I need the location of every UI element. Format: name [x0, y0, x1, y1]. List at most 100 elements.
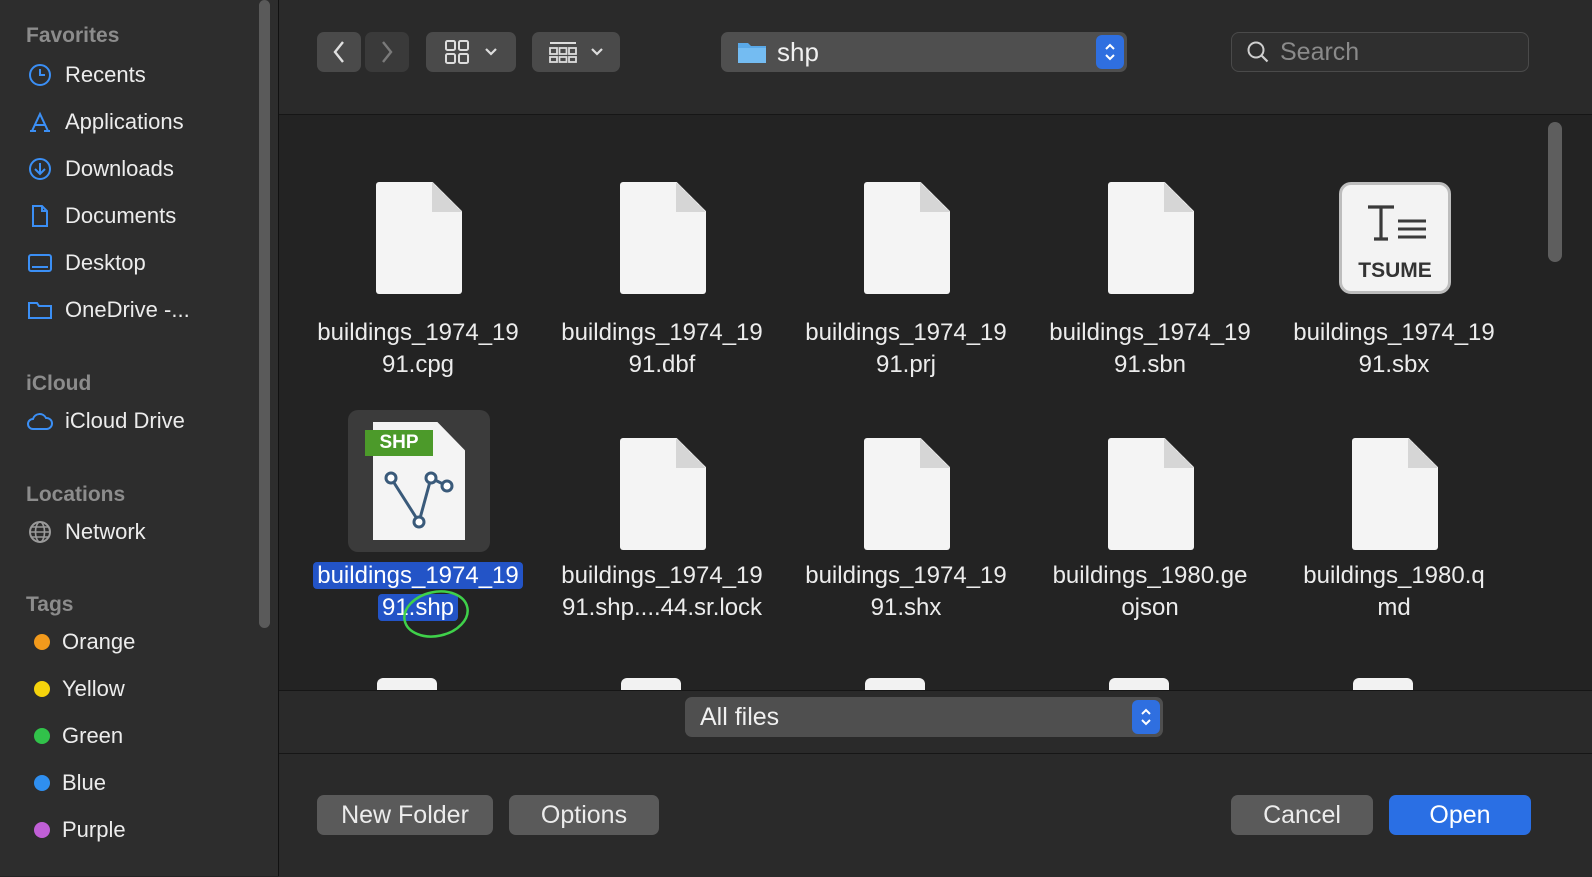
- file-name: buildings_1974_19 91.cpg: [308, 317, 528, 381]
- icloud-heading: iCloud: [26, 372, 92, 395]
- file-thumbnail: [836, 423, 978, 565]
- icon-view-icon: [445, 40, 469, 64]
- sidebar-tag-purple[interactable]: Purple: [26, 810, 256, 850]
- orange-dot-icon: [34, 634, 50, 650]
- chevron-right-icon: [382, 41, 393, 63]
- file-name-line: buildings_1974_19: [805, 319, 1007, 346]
- sidebar-item-label: Downloads: [65, 156, 174, 181]
- sidebar-item-label: Purple: [62, 817, 126, 842]
- partial-file-icon: [377, 678, 437, 690]
- file-name-line: 91.sbn: [1113, 351, 1187, 378]
- chevron-left-icon: [333, 41, 344, 63]
- document-icon: [1352, 438, 1438, 550]
- forward-button[interactable]: [365, 32, 409, 72]
- group-icon: [549, 42, 577, 63]
- document-icon: [1108, 182, 1194, 294]
- sidebar-item-applications[interactable]: Applications: [26, 102, 256, 142]
- file-name: buildings_1974_19 91.sbn: [1040, 317, 1260, 381]
- sidebar-item-network[interactable]: Network: [26, 512, 256, 552]
- partial-file-icon: [1109, 678, 1169, 690]
- file-name: buildings_1974_19 91.prj: [796, 317, 1016, 381]
- sidebar-item-label: Orange: [62, 629, 136, 654]
- file-name: buildings_1974_19 91.shx: [796, 560, 1016, 624]
- file-name: buildings_1974_19 91.sbx: [1284, 317, 1504, 381]
- file-type-label: All files: [700, 702, 780, 731]
- file-name-line: buildings_1974_19: [561, 562, 763, 589]
- file-name: buildings_1974_19 91.shp....44.sr.lock: [552, 560, 772, 624]
- search-icon: [1247, 41, 1269, 63]
- document-icon: [620, 438, 706, 550]
- search-input[interactable]: [1278, 36, 1522, 68]
- sidebar-item-label: Recents: [65, 62, 146, 87]
- location-popup[interactable]: shp: [721, 32, 1127, 72]
- download-icon: [26, 155, 54, 183]
- file-grid: buildings_1974_19 91.cpg buildings_1974_1…: [279, 115, 1559, 690]
- file-thumbnail: [1324, 423, 1466, 565]
- sidebar-item-label: Yellow: [62, 676, 125, 701]
- clock-icon: [26, 61, 54, 89]
- open-button[interactable]: Open: [1389, 795, 1531, 835]
- dialog-footer: All files New Folder Options Cancel Open: [279, 690, 1592, 877]
- toolbar: shp: [279, 0, 1592, 115]
- document-icon: [620, 182, 706, 294]
- file-name: buildings_1980.geojson: [1040, 560, 1260, 624]
- file-name-line: buildings_1980.q: [1303, 562, 1485, 589]
- sidebar-tag-orange[interactable]: Orange: [26, 622, 256, 662]
- file-thumbnail: [836, 167, 978, 309]
- location-label: shp: [777, 36, 819, 67]
- sidebar-item-desktop[interactable]: Desktop: [26, 243, 256, 283]
- sidebar-item-downloads[interactable]: Downloads: [26, 149, 256, 189]
- sidebar-tag-blue[interactable]: Blue: [26, 763, 256, 803]
- sidebar-item-recents[interactable]: Recents: [26, 55, 256, 95]
- yellow-dot-icon: [34, 681, 50, 697]
- file-thumbnail: [592, 423, 734, 565]
- popup-stepper-icon: [1096, 35, 1124, 69]
- document-icon: [864, 182, 950, 294]
- file-name-line: 91.shp....44.sr.lock: [561, 594, 763, 621]
- purple-dot-icon: [34, 822, 50, 838]
- file-name: buildings_1980.q md: [1284, 560, 1504, 624]
- file-name-line: 91.shx: [870, 594, 942, 621]
- green-dot-icon: [34, 728, 50, 744]
- sidebar-tag-yellow[interactable]: Yellow: [26, 669, 256, 709]
- new-folder-button[interactable]: New Folder: [317, 795, 493, 835]
- file-name-line: buildings_1974_19: [317, 319, 519, 346]
- view-mode-button[interactable]: [426, 32, 516, 72]
- file-thumbnail: SHP: [348, 410, 490, 552]
- partial-file-icon: [865, 678, 925, 690]
- sidebar-item-label: Documents: [65, 203, 177, 228]
- tsume-file-icon: TSUME: [1339, 182, 1451, 294]
- document-icon: [376, 182, 462, 294]
- search-field[interactable]: [1231, 32, 1529, 72]
- annotation-circle: [403, 590, 469, 638]
- sidebar-item-documents[interactable]: Documents: [26, 196, 256, 236]
- sidebar-scrollbar[interactable]: [259, 0, 270, 628]
- group-by-button[interactable]: [532, 32, 620, 72]
- file-name-line: buildings_1980.ge: [1052, 562, 1248, 589]
- file-grid-scrollbar[interactable]: [1548, 122, 1562, 262]
- cloud-icon: [26, 407, 54, 435]
- back-button[interactable]: [317, 32, 361, 72]
- sidebar-item-icloud-drive[interactable]: iCloud Drive: [26, 401, 256, 441]
- partial-file-icon: [621, 678, 681, 690]
- file-type-popup[interactable]: All files: [685, 697, 1163, 737]
- tags-heading: Tags: [26, 593, 74, 616]
- file-name-line: buildings_1974_19: [561, 319, 763, 346]
- file-thumbnail: [592, 167, 734, 309]
- sidebar-tag-green[interactable]: Green: [26, 716, 256, 756]
- document-icon: [864, 438, 950, 550]
- options-button[interactable]: Options: [509, 795, 659, 835]
- file-name-line: 91.prj: [875, 351, 937, 378]
- file-name-line: ojson: [1121, 594, 1179, 621]
- sidebar-item-label: Network: [65, 519, 146, 544]
- cancel-button[interactable]: Cancel: [1231, 795, 1373, 835]
- sidebar-item-label: iCloud Drive: [65, 408, 185, 433]
- shp-file-icon: SHP: [365, 422, 465, 540]
- file-thumbnail: [1080, 423, 1222, 565]
- applications-icon: [26, 108, 54, 136]
- sidebar-item-label: OneDrive -...: [65, 297, 190, 322]
- file-browser: shp buildings_1974_19 91.cpg buildings_19…: [279, 0, 1592, 877]
- footer-divider: [279, 753, 1592, 754]
- file-name-line: buildings_1974_19: [1049, 319, 1251, 346]
- sidebar-item-onedrive[interactable]: OneDrive -...: [26, 290, 256, 330]
